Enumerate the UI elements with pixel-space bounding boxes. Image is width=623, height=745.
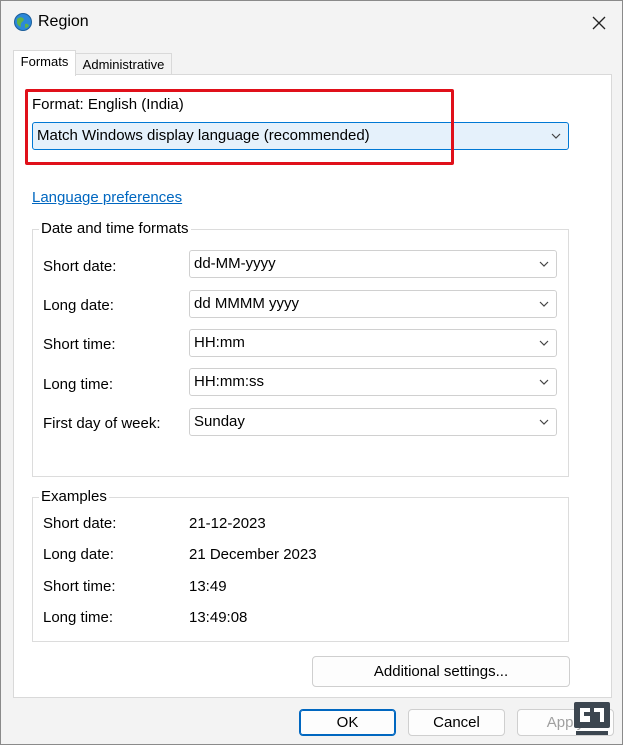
short-date-label: Short date:	[43, 258, 117, 275]
ok-button[interactable]: OK	[299, 709, 396, 736]
cancel-label: Cancel	[433, 714, 480, 731]
short-time-label: Short time:	[43, 336, 116, 353]
highlight-box	[25, 89, 454, 165]
first-day-label: First day of week:	[43, 415, 161, 432]
example-short-time-value: 13:49	[189, 578, 227, 595]
long-date-value: dd MMMM yyyy	[194, 295, 299, 312]
first-day-value: Sunday	[194, 413, 245, 430]
long-date-label: Long date:	[43, 297, 114, 314]
short-date-select[interactable]: dd-MM-yyyy	[189, 250, 557, 278]
tab-formats[interactable]: Formats	[13, 50, 76, 76]
close-icon	[592, 16, 606, 30]
region-dialog: Region Formats Administrative Format: En…	[0, 0, 623, 745]
language-preferences-link[interactable]: Language preferences	[32, 189, 182, 206]
short-date-value: dd-MM-yyyy	[194, 255, 276, 272]
window-title: Region	[38, 13, 89, 30]
tab-formats-label: Formats	[20, 54, 69, 69]
chevron-down-icon	[539, 340, 549, 346]
example-long-date-label: Long date:	[43, 546, 114, 563]
title-bar: Region	[1, 1, 622, 45]
ok-label: OK	[336, 714, 359, 731]
globe-icon	[14, 13, 32, 31]
tab-administrative[interactable]: Administrative	[75, 53, 172, 76]
chevron-down-icon	[539, 419, 549, 425]
chevron-down-icon	[539, 301, 549, 307]
examples-title: Examples	[39, 488, 109, 505]
example-long-time-label: Long time:	[43, 609, 114, 626]
example-long-date-value: 21 December 2023	[189, 546, 317, 563]
watermark-logo	[574, 702, 610, 735]
chevron-down-icon	[551, 133, 561, 139]
example-long-time-value: 13:49:08	[189, 609, 248, 626]
short-time-select[interactable]: HH:mm	[189, 329, 557, 357]
chevron-down-icon	[539, 261, 549, 267]
tab-administrative-label: Administrative	[82, 57, 165, 72]
cancel-button[interactable]: Cancel	[408, 709, 505, 736]
example-short-date-value: 21-12-2023	[189, 515, 266, 532]
date-time-formats-title: Date and time formats	[39, 220, 191, 237]
long-time-select[interactable]: HH:mm:ss	[189, 368, 557, 396]
additional-settings-button[interactable]: Additional settings...	[312, 656, 570, 687]
long-time-value: HH:mm:ss	[194, 373, 264, 390]
chevron-down-icon	[539, 379, 549, 385]
long-time-label: Long time:	[43, 376, 114, 393]
close-button[interactable]	[576, 1, 622, 45]
example-short-date-label: Short date:	[43, 515, 117, 532]
example-short-time-label: Short time:	[43, 578, 116, 595]
short-time-value: HH:mm	[194, 334, 245, 351]
additional-settings-label: Additional settings...	[373, 663, 509, 680]
long-date-select[interactable]: dd MMMM yyyy	[189, 290, 557, 318]
first-day-select[interactable]: Sunday	[189, 408, 557, 436]
